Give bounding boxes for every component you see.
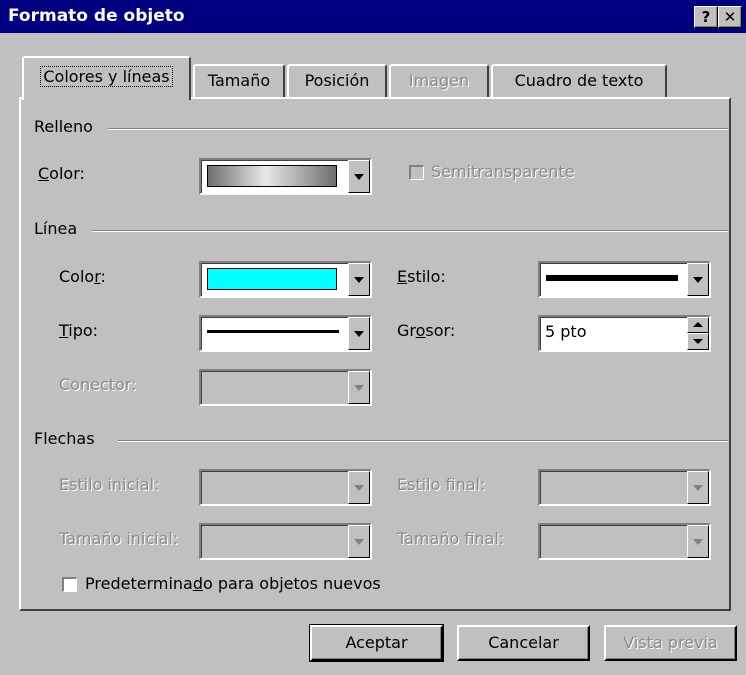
spin-up-button[interactable] <box>687 317 709 333</box>
chevron-down-icon <box>354 385 364 391</box>
estilo-inicial-dropdown <box>199 469 372 506</box>
close-button[interactable]: ✕ <box>718 6 742 28</box>
chevron-down-icon <box>354 539 364 545</box>
semitransparente-checkbox <box>409 165 424 180</box>
tab-colores-y-lineas[interactable]: Colores y líneas <box>22 56 191 100</box>
estilo-dropdown[interactable] <box>538 261 711 298</box>
dropdown-button <box>348 471 370 504</box>
preview-button: Vista previa <box>604 625 737 661</box>
chevron-down-icon <box>354 174 364 180</box>
estilo-final-dropdown <box>538 469 711 506</box>
tab-posicion[interactable]: Posición <box>287 64 387 97</box>
dropdown-button[interactable] <box>348 317 370 350</box>
color-swatch-gradient <box>207 165 337 187</box>
chevron-down-icon <box>354 485 364 491</box>
dropdown-button[interactable] <box>348 160 370 193</box>
grosor-spinner[interactable]: 5 pto <box>538 315 711 352</box>
estilo-inicial-label: Estilo inicial: <box>59 475 160 494</box>
cancel-button[interactable]: Cancelar <box>457 625 590 661</box>
chevron-down-icon <box>693 485 703 491</box>
section-divider <box>108 128 728 130</box>
tamano-inicial-dropdown <box>199 523 372 560</box>
dropdown-button <box>687 525 709 558</box>
predeterminado-label: Predeterminado para objetos nuevos <box>85 574 381 593</box>
arrow-down-icon <box>693 339 703 344</box>
relleno-color-label: Color: <box>38 164 85 183</box>
tipo-label: Tipo: <box>59 321 99 340</box>
linea-color-dropdown[interactable] <box>199 261 372 298</box>
tipo-dropdown[interactable] <box>199 315 372 352</box>
thick-line-sample <box>546 275 678 281</box>
window-title: Formato de objeto <box>8 6 185 26</box>
dropdown-button <box>687 471 709 504</box>
tamano-inicial-label: Tamaño inicial: <box>59 529 179 548</box>
tab-label: Colores y líneas <box>40 66 173 87</box>
color-swatch-cyan <box>207 268 337 290</box>
section-divider <box>92 230 728 232</box>
dropdown-button[interactable] <box>687 263 709 296</box>
tab-tamano[interactable]: Tamaño <box>193 64 285 97</box>
conector-label: Conector: <box>59 375 137 394</box>
dropdown-button[interactable] <box>348 263 370 296</box>
estilo-label: Estilo: <box>397 267 446 286</box>
chevron-down-icon <box>354 331 364 337</box>
arrow-up-icon <box>693 322 703 327</box>
chevron-down-icon <box>354 277 364 283</box>
grosor-value[interactable]: 5 pto <box>545 322 586 341</box>
linea-color-label: Color: <box>59 267 106 286</box>
chevron-down-icon <box>693 277 703 283</box>
tab-cuadro-de-texto[interactable]: Cuadro de texto <box>491 64 667 97</box>
relleno-color-dropdown[interactable] <box>199 158 372 195</box>
section-flechas-label: Flechas <box>34 429 101 448</box>
tab-imagen: Imagen <box>389 64 489 97</box>
chevron-down-icon <box>693 539 703 545</box>
estilo-final-label: Estilo final: <box>397 475 486 494</box>
help-button[interactable]: ? <box>694 6 718 28</box>
tamano-final-dropdown <box>538 523 711 560</box>
spin-down-button[interactable] <box>687 333 709 350</box>
grosor-label: Grosor: <box>397 321 456 340</box>
tamano-final-label: Tamaño final: <box>397 529 505 548</box>
section-linea-label: Línea <box>34 219 84 238</box>
conector-dropdown <box>199 369 372 406</box>
solid-line-sample <box>207 330 339 333</box>
predeterminado-checkbox[interactable] <box>62 577 77 592</box>
dropdown-button <box>348 371 370 404</box>
section-relleno-label: Relleno <box>34 117 99 136</box>
accept-button[interactable]: Aceptar <box>309 624 444 662</box>
dropdown-button <box>348 525 370 558</box>
section-divider <box>118 440 728 442</box>
semitransparente-label: Semitransparente <box>431 162 575 181</box>
